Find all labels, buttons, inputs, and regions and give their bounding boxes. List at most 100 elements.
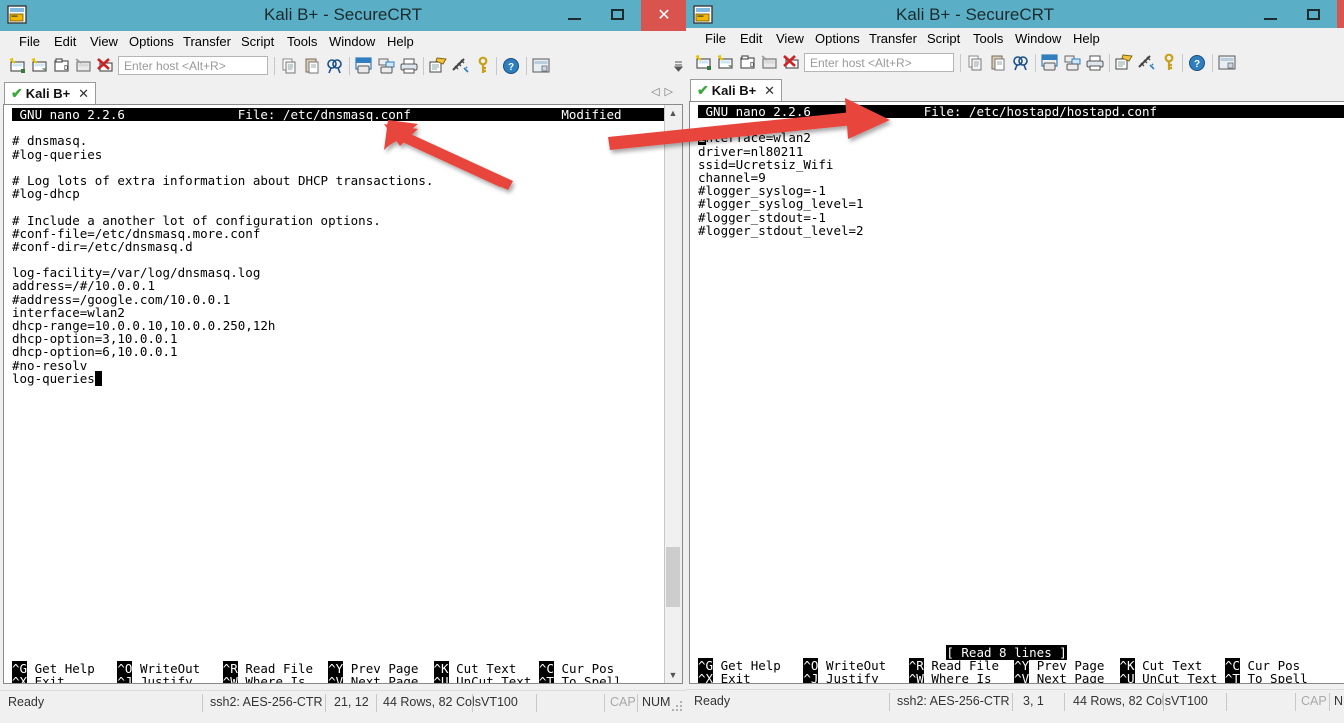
- nano-shortcut-label[interactable]: UnCut Text: [449, 674, 539, 683]
- nano-shortcut-key[interactable]: ^J: [117, 674, 133, 683]
- nano-shortcut-key[interactable]: ^V: [328, 674, 344, 683]
- nano-shortcut-label[interactable]: Exit: [713, 671, 803, 683]
- session-options-icon[interactable]: [1114, 53, 1134, 73]
- menu-edit[interactable]: Edit: [47, 31, 83, 53]
- print-screen-icon[interactable]: [1040, 53, 1060, 73]
- log-session-icon[interactable]: [1063, 53, 1083, 73]
- connect-in-tab-icon[interactable]: D: [52, 56, 72, 76]
- left-scrollbar-thumb[interactable]: [666, 547, 680, 607]
- menu-edit[interactable]: Edit: [733, 28, 769, 50]
- nano-shortcut-label[interactable]: Justify: [132, 674, 222, 683]
- left-resize-grip[interactable]: [672, 701, 684, 713]
- help-icon[interactable]: ?: [1187, 53, 1207, 73]
- clone-session-icon[interactable]: [30, 56, 50, 76]
- host-input[interactable]: Enter host <Alt+R>: [118, 56, 268, 75]
- reconnect-icon[interactable]: [74, 56, 94, 76]
- nano-shortcut-label[interactable]: To Spell: [1240, 671, 1330, 683]
- find-icon[interactable]: [1011, 53, 1031, 73]
- nano-shortcut-key[interactable]: ^U: [1119, 671, 1135, 683]
- menu-script[interactable]: Script: [234, 31, 281, 53]
- left-close-button[interactable]: ✕: [641, 0, 686, 31]
- left-toolbar[interactable]: D Enter host <Alt+R> ?: [0, 53, 686, 79]
- menu-transfer[interactable]: Transfer: [862, 28, 924, 50]
- new-session-icon[interactable]: [694, 53, 714, 73]
- reconnect-icon[interactable]: [760, 53, 780, 73]
- paste-icon[interactable]: [303, 56, 323, 76]
- right-session-tab[interactable]: ✔ Kali B+ ✕: [690, 79, 783, 102]
- right-close-button[interactable]: ✕: [1337, 0, 1344, 31]
- menu-file[interactable]: File: [698, 28, 733, 50]
- nano-shortcut-label[interactable]: Where Is: [238, 674, 328, 683]
- find-icon[interactable]: [325, 56, 345, 76]
- left-minimize-button[interactable]: [551, 0, 596, 31]
- nano-shortcut-label[interactable]: Exit: [27, 674, 117, 683]
- nano-shortcut-label[interactable]: Next Page: [343, 674, 433, 683]
- disconnect-icon[interactable]: [96, 56, 116, 76]
- menu-script[interactable]: Script: [920, 28, 967, 50]
- left-terminal-frame[interactable]: GNU nano 2.2.6 File: /etc/dnsmasq.conf M…: [3, 104, 683, 684]
- securecrt-window-right[interactable]: Kali B+ - SecureCRT ✕ File Edit View Opt…: [686, 0, 1344, 723]
- right-menu-bar[interactable]: File Edit View Options Transfer Script T…: [686, 28, 1344, 50]
- nano-shortcut-label[interactable]: Where Is: [924, 671, 1014, 683]
- print-icon[interactable]: [1085, 53, 1105, 73]
- left-session-tab[interactable]: ✔ Kali B+ ✕: [4, 82, 97, 105]
- menu-options[interactable]: Options: [808, 28, 867, 50]
- new-session-icon[interactable]: [8, 56, 28, 76]
- paste-icon[interactable]: [989, 53, 1009, 73]
- chat-window-icon[interactable]: [531, 56, 551, 76]
- session-options-icon[interactable]: [428, 56, 448, 76]
- securecrt-window-left[interactable]: Kali B+ - SecureCRT ✕ File Edit View Opt…: [0, 0, 686, 723]
- right-terminal-screen[interactable]: GNU nano 2.2.6 File: /etc/hostapd/hostap…: [691, 103, 1344, 683]
- host-input[interactable]: Enter host <Alt+R>: [804, 53, 954, 72]
- left-menu-bar[interactable]: File Edit View Options Transfer Script T…: [0, 31, 686, 53]
- print-screen-icon[interactable]: [354, 56, 374, 76]
- menu-help[interactable]: Help: [1066, 28, 1107, 50]
- nano-shortcut-label[interactable]: To Spell: [554, 674, 644, 683]
- chat-window-icon[interactable]: [1217, 53, 1237, 73]
- nano-shortcut-key[interactable]: ^X: [12, 674, 28, 683]
- key-icon[interactable]: [1159, 53, 1179, 73]
- menu-file[interactable]: File: [12, 31, 47, 53]
- scroll-down-icon[interactable]: ▼: [665, 667, 681, 683]
- copy-icon[interactable]: [966, 53, 986, 73]
- global-options-icon[interactable]: [1136, 53, 1156, 73]
- left-title-bar[interactable]: Kali B+ - SecureCRT ✕: [0, 0, 686, 31]
- menu-view[interactable]: View: [83, 31, 125, 53]
- nano-shortcut-key[interactable]: ^U: [433, 674, 449, 683]
- global-options-icon[interactable]: [450, 56, 470, 76]
- nano-shortcut-key[interactable]: ^X: [698, 671, 714, 683]
- disconnect-icon[interactable]: [782, 53, 802, 73]
- menu-window[interactable]: Window: [1008, 28, 1068, 50]
- left-terminal-scrollbar[interactable]: ▲ ▼: [664, 105, 682, 683]
- scroll-up-icon[interactable]: ▲: [665, 105, 681, 121]
- right-title-bar[interactable]: Kali B+ - SecureCRT ✕: [686, 0, 1344, 31]
- nano-shortcut-key[interactable]: ^J: [803, 671, 819, 683]
- right-toolbar[interactable]: D Enter host <Alt+R> ?: [686, 50, 1344, 76]
- menu-tools[interactable]: Tools: [280, 31, 324, 53]
- left-tab-strip[interactable]: ✔ Kali B+ ✕ ◁▷: [0, 80, 686, 105]
- nano-shortcut-key[interactable]: ^V: [1014, 671, 1030, 683]
- menu-tools[interactable]: Tools: [966, 28, 1010, 50]
- print-icon[interactable]: [399, 56, 419, 76]
- nano-shortcut-key[interactable]: ^W: [222, 674, 238, 683]
- right-tab-strip[interactable]: ✔ Kali B+ ✕: [686, 77, 1344, 102]
- menu-view[interactable]: View: [769, 28, 811, 50]
- menu-options[interactable]: Options: [122, 31, 181, 53]
- nano-shortcut-label[interactable]: Next Page: [1029, 671, 1119, 683]
- left-maximize-button[interactable]: [596, 0, 641, 31]
- left-tab-close-icon[interactable]: ✕: [78, 86, 89, 101]
- left-terminal-screen[interactable]: GNU nano 2.2.6 File: /etc/dnsmasq.conf M…: [5, 106, 664, 683]
- toolbar-overflow-icon[interactable]: [673, 59, 684, 72]
- nano-shortcut-label[interactable]: Justify: [818, 671, 908, 683]
- right-minimize-button[interactable]: [1247, 0, 1292, 31]
- connect-in-tab-icon[interactable]: D: [738, 53, 758, 73]
- nano-shortcut-label[interactable]: UnCut Text: [1135, 671, 1225, 683]
- menu-window[interactable]: Window: [322, 31, 382, 53]
- clone-session-icon[interactable]: [716, 53, 736, 73]
- log-session-icon[interactable]: [377, 56, 397, 76]
- copy-icon[interactable]: [280, 56, 300, 76]
- right-tab-close-icon[interactable]: ✕: [764, 83, 775, 98]
- right-maximize-button[interactable]: [1292, 0, 1337, 31]
- nano-shortcut-key[interactable]: ^T: [538, 674, 554, 683]
- help-icon[interactable]: ?: [501, 56, 521, 76]
